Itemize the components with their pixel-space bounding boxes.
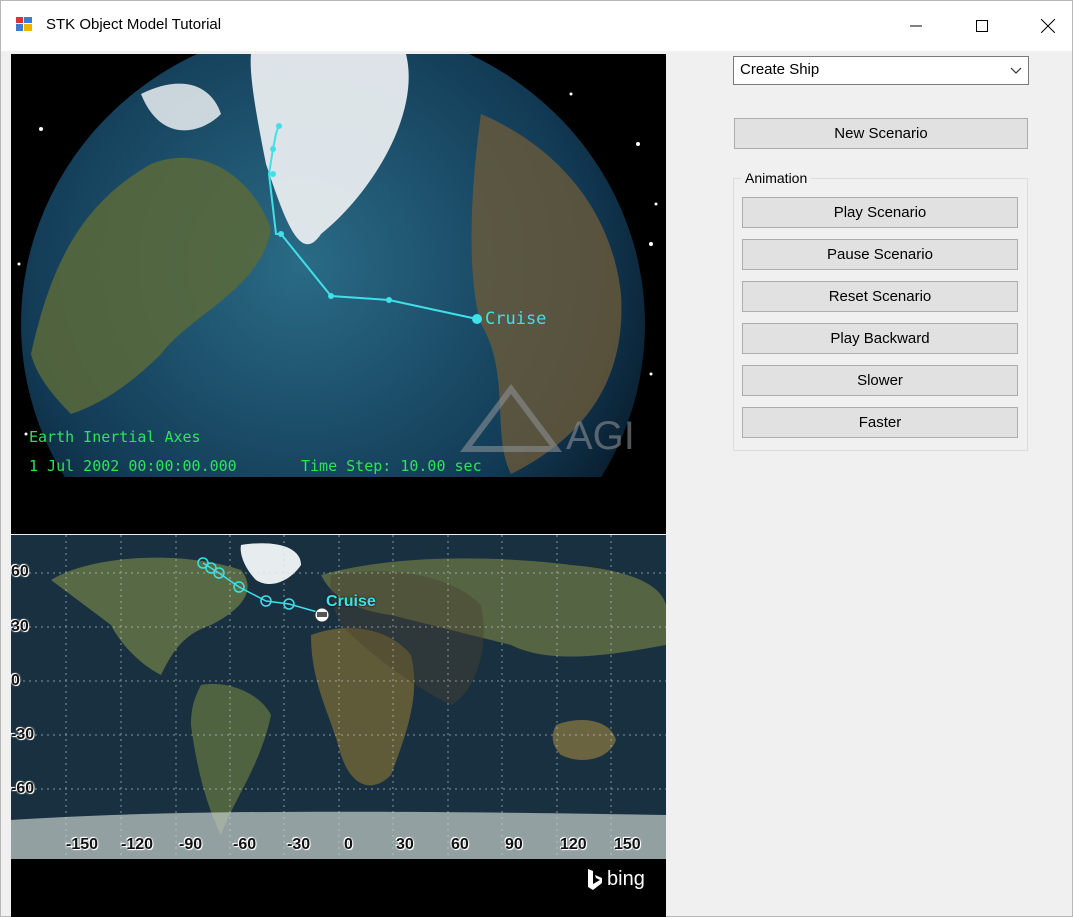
window-title: STK Object Model Tutorial — [46, 16, 222, 33]
globe-3d-view[interactable]: AGI Cruise Earth Inertial Axes 1 Jul 200… — [11, 54, 666, 534]
lat-label: -30 — [11, 726, 35, 743]
chevron-down-icon — [1010, 67, 1022, 74]
bing-logo-icon — [588, 869, 602, 890]
reset-scenario-button[interactable]: Reset Scenario — [742, 281, 1018, 312]
close-button[interactable] — [1025, 1, 1071, 51]
lon-label: -30 — [287, 836, 311, 853]
time-step-readout: Time Step: 10.00 sec — [301, 457, 482, 475]
map-2d-view[interactable]: Cruise 60 30 0 -30 -60 -150 -120 -90 -60… — [11, 535, 666, 917]
bing-attribution: bing — [607, 868, 645, 890]
lat-label: 30 — [11, 618, 29, 635]
minimize-icon — [910, 25, 922, 27]
object-select[interactable]: Create Ship — [733, 56, 1029, 85]
slower-button[interactable]: Slower — [742, 365, 1018, 396]
lat-label: 60 — [11, 563, 29, 580]
lon-label: 30 — [396, 836, 414, 853]
lon-label: 60 — [451, 836, 469, 853]
play-scenario-button[interactable]: Play Scenario — [742, 197, 1018, 228]
animation-group-label: Animation — [741, 170, 812, 186]
lon-label: -120 — [121, 836, 154, 853]
lon-label: 120 — [560, 836, 587, 853]
maximize-button[interactable] — [959, 1, 1005, 51]
time-readout: 1 Jul 2002 00:00:00.000 — [29, 457, 237, 475]
lon-label: 150 — [614, 836, 641, 853]
globe-bottom-band — [11, 477, 666, 534]
pause-scenario-button[interactable]: Pause Scenario — [742, 239, 1018, 270]
lon-label: 0 — [344, 836, 353, 853]
lat-label: 0 — [11, 672, 20, 689]
lon-label: 90 — [505, 836, 523, 853]
close-icon — [1041, 19, 1055, 33]
faster-button[interactable]: Faster — [742, 407, 1018, 438]
ship-position-marker — [472, 314, 482, 324]
new-scenario-button[interactable]: New Scenario — [734, 118, 1028, 149]
agi-watermark: AGI — [566, 414, 635, 458]
ship-label-3d: Cruise — [485, 309, 547, 329]
title-bar[interactable]: STK Object Model Tutorial — [1, 1, 1072, 51]
play-backward-button[interactable]: Play Backward — [742, 323, 1018, 354]
minimize-button[interactable] — [893, 1, 939, 51]
lon-label: -60 — [233, 836, 257, 853]
map-graphics — [11, 535, 666, 859]
lon-label: -90 — [179, 836, 203, 853]
ship-label-2d: Cruise — [326, 593, 376, 610]
app-window: STK Object Model Tutorial AGI Cruise Ear… — [0, 0, 1073, 917]
lat-label: -60 — [11, 780, 35, 797]
maximize-icon — [976, 20, 988, 32]
lon-label: -150 — [66, 836, 99, 853]
object-select-value: Create Ship — [740, 61, 820, 78]
app-icon — [16, 17, 32, 31]
axes-label: Earth Inertial Axes — [29, 428, 201, 446]
